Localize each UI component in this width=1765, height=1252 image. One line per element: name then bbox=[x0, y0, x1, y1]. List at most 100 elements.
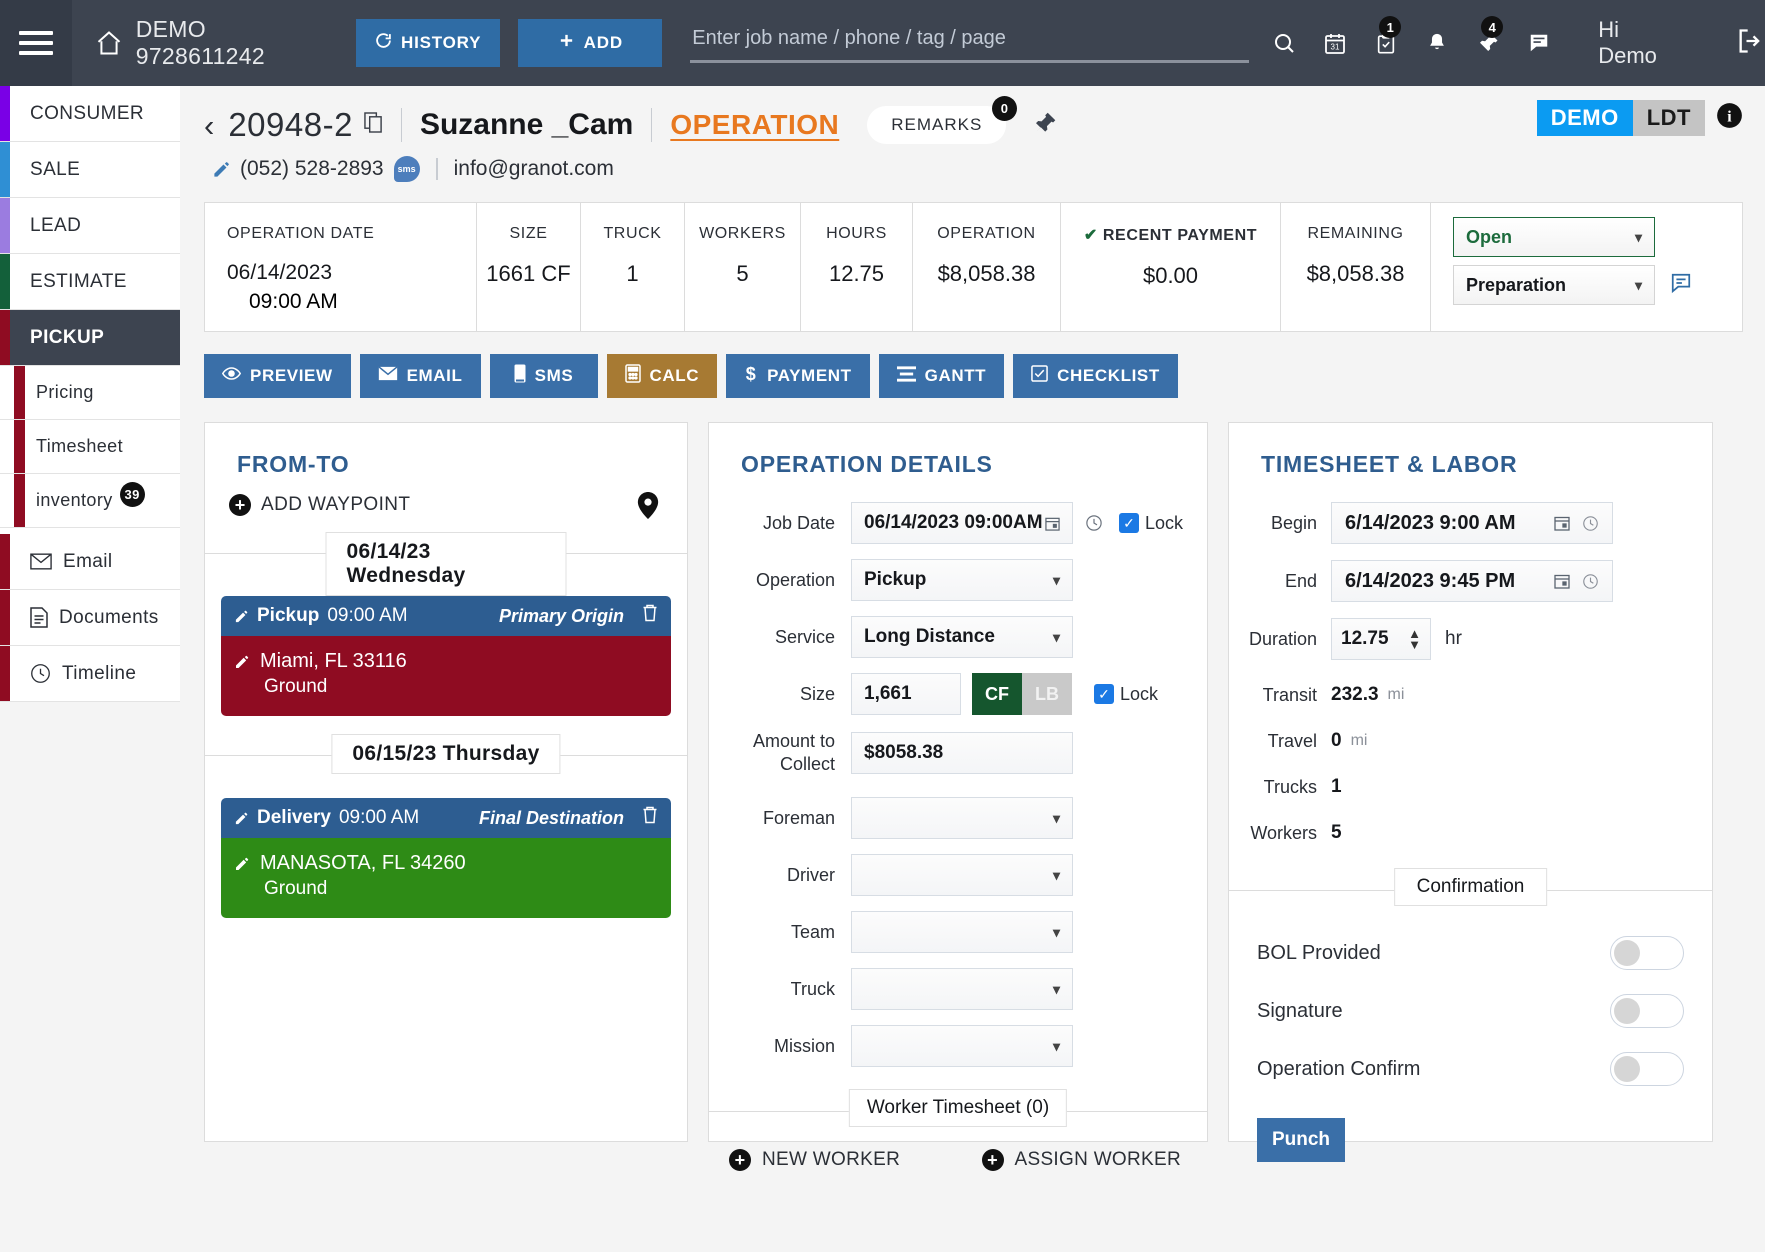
envelope-icon bbox=[377, 366, 398, 386]
status-stage-select[interactable]: Preparation ▾ bbox=[1453, 265, 1655, 305]
assign-worker-label: ASSIGN WORKER bbox=[1014, 1149, 1181, 1170]
day-divider-1: 06/14/23 Wednesday bbox=[205, 532, 687, 596]
logout-icon[interactable] bbox=[1735, 27, 1765, 60]
clock-icon[interactable] bbox=[1582, 515, 1599, 532]
mission-select[interactable]: ▾ bbox=[851, 1025, 1073, 1067]
delete-icon[interactable] bbox=[642, 806, 658, 830]
unit-cf-button[interactable]: CF bbox=[972, 673, 1022, 715]
travel-label: Travel bbox=[1267, 730, 1317, 751]
history-button[interactable]: HISTORY bbox=[356, 19, 501, 67]
tasks-icon[interactable]: 1 bbox=[1369, 16, 1403, 60]
edit-pencil-icon[interactable] bbox=[212, 160, 231, 179]
pin-icon[interactable]: 4 bbox=[1471, 16, 1505, 60]
calendar-icon[interactable] bbox=[1045, 516, 1060, 531]
edit-pencil-icon[interactable] bbox=[234, 609, 249, 624]
sidebar-item-pricing[interactable]: Pricing bbox=[0, 366, 180, 420]
end-input[interactable]: 6/14/2023 9:45 PM bbox=[1331, 560, 1613, 602]
operation-link[interactable]: OPERATION bbox=[670, 109, 839, 141]
sidebar-item-consumer[interactable]: CONSUMER bbox=[0, 86, 180, 142]
stepper-arrows-icon[interactable]: ▲ ▼ bbox=[1408, 627, 1421, 650]
sidebar-item-inventory[interactable]: inventory 39 bbox=[0, 474, 180, 528]
calendar-icon[interactable]: 31 bbox=[1318, 26, 1352, 60]
pin-icon[interactable] bbox=[1032, 110, 1058, 141]
size-lock[interactable]: ✓ Lock bbox=[1094, 684, 1158, 705]
email-button[interactable]: EMAIL bbox=[359, 354, 481, 398]
checkbox-checked-icon[interactable]: ✓ bbox=[1094, 684, 1114, 704]
end-row: End 6/14/2023 9:45 PM bbox=[1229, 560, 1712, 602]
clock-icon[interactable] bbox=[1085, 514, 1103, 532]
toggle-row-bol: BOL Provided bbox=[1229, 936, 1712, 970]
size-input[interactable]: 1,661 bbox=[851, 673, 961, 715]
begin-input[interactable]: 6/14/2023 9:00 AM bbox=[1331, 502, 1613, 544]
bell-icon[interactable] bbox=[1420, 26, 1454, 60]
phone-number[interactable]: (052) 528-2893 bbox=[240, 157, 384, 181]
main-content: ‹ 20948-2 Suzanne _Cam OPERATION REMARKS… bbox=[180, 86, 1765, 1252]
edit-pencil-icon[interactable] bbox=[234, 811, 249, 826]
plus-icon: + bbox=[981, 1149, 1004, 1171]
operation-confirm-toggle[interactable] bbox=[1610, 1052, 1684, 1086]
status-open-select[interactable]: Open ▾ bbox=[1453, 217, 1655, 257]
add-button[interactable]: ADD bbox=[518, 19, 663, 67]
edit-pencil-icon[interactable] bbox=[234, 856, 250, 872]
signature-toggle[interactable] bbox=[1610, 994, 1684, 1028]
sidebar-item-documents[interactable]: Documents bbox=[0, 590, 180, 646]
clock-icon[interactable] bbox=[1582, 573, 1599, 590]
amount-input[interactable]: $8058.38 bbox=[851, 731, 1073, 774]
home-brand-link[interactable]: DEMO 9728611242 bbox=[94, 16, 328, 70]
sidebar-strip bbox=[0, 142, 10, 197]
service-select[interactable]: Long Distance ▾ bbox=[851, 616, 1073, 658]
driver-select[interactable]: ▾ bbox=[851, 854, 1073, 896]
team-select[interactable]: ▾ bbox=[851, 911, 1073, 953]
sidebar-item-label: PICKUP bbox=[30, 326, 105, 348]
driver-row: Driver ▾ bbox=[709, 854, 1207, 896]
truck-select[interactable]: ▾ bbox=[851, 968, 1073, 1010]
job-date-lock[interactable]: ✓ Lock bbox=[1119, 513, 1183, 534]
bol-toggle[interactable] bbox=[1610, 936, 1684, 970]
operation-select[interactable]: Pickup ▾ bbox=[851, 559, 1073, 601]
calc-button[interactable]: CALC bbox=[606, 354, 718, 398]
sidebar-item-lead[interactable]: LEAD bbox=[0, 198, 180, 254]
sidebar-item-sale[interactable]: SALE bbox=[0, 142, 180, 198]
new-worker-button[interactable]: + NEW WORKER bbox=[729, 1149, 900, 1171]
sidebar-item-estimate[interactable]: ESTIMATE bbox=[0, 254, 180, 310]
sidebar-item-email[interactable]: Email bbox=[0, 534, 180, 590]
sms-button[interactable]: SMS bbox=[489, 354, 598, 398]
summary-value: $8,058.38 bbox=[937, 261, 1036, 286]
delete-icon[interactable] bbox=[642, 604, 658, 628]
punch-button[interactable]: Punch bbox=[1257, 1118, 1345, 1162]
email-address[interactable]: info@granot.com bbox=[454, 157, 614, 181]
clock-icon bbox=[30, 663, 51, 684]
add-waypoint-label[interactable]: ADD WAYPOINT bbox=[261, 494, 410, 516]
payment-button[interactable]: $ PAYMENT bbox=[726, 354, 870, 398]
map-pin-icon[interactable] bbox=[637, 492, 659, 524]
sms-icon[interactable]: sms bbox=[393, 156, 420, 182]
chat-icon[interactable] bbox=[1669, 272, 1693, 299]
sidebar-strip bbox=[14, 366, 25, 419]
workers-value: 5 bbox=[1331, 822, 1342, 843]
gantt-button[interactable]: GANTT bbox=[878, 354, 1005, 398]
chevron-left-icon[interactable]: ‹ bbox=[204, 110, 214, 141]
job-date-input[interactable]: 06/14/2023 09:00AM bbox=[851, 502, 1073, 544]
unit-lb-button[interactable]: LB bbox=[1022, 673, 1072, 715]
plus-icon[interactable]: + bbox=[229, 494, 251, 516]
preview-button[interactable]: PREVIEW bbox=[204, 354, 351, 398]
chat-icon[interactable] bbox=[1522, 26, 1556, 60]
assign-worker-button[interactable]: + ASSIGN WORKER bbox=[981, 1149, 1181, 1171]
checkbox-checked-icon[interactable]: ✓ bbox=[1119, 513, 1139, 533]
search-input[interactable] bbox=[690, 23, 1250, 63]
sidebar-item-timeline[interactable]: Timeline bbox=[0, 646, 180, 702]
checklist-button[interactable]: CHECKLIST bbox=[1013, 354, 1178, 398]
foreman-select[interactable]: ▾ bbox=[851, 797, 1073, 839]
calendar-icon[interactable] bbox=[1554, 573, 1570, 589]
duration-stepper[interactable]: 12.75 ▲ ▼ bbox=[1331, 618, 1431, 660]
edit-pencil-icon[interactable] bbox=[234, 654, 250, 670]
calendar-icon[interactable] bbox=[1554, 515, 1570, 531]
copy-icon[interactable] bbox=[364, 112, 383, 138]
summary-cell-size: SIZE 1661 CF bbox=[477, 203, 581, 331]
hamburger-icon[interactable] bbox=[0, 0, 72, 86]
remarks-button[interactable]: REMARKS 0 bbox=[867, 96, 1018, 144]
search-icon[interactable] bbox=[1267, 26, 1301, 60]
sidebar-item-timesheet[interactable]: Timesheet bbox=[0, 420, 180, 474]
info-icon[interactable]: i bbox=[1716, 102, 1743, 134]
sidebar-item-pickup[interactable]: PICKUP bbox=[0, 310, 180, 366]
